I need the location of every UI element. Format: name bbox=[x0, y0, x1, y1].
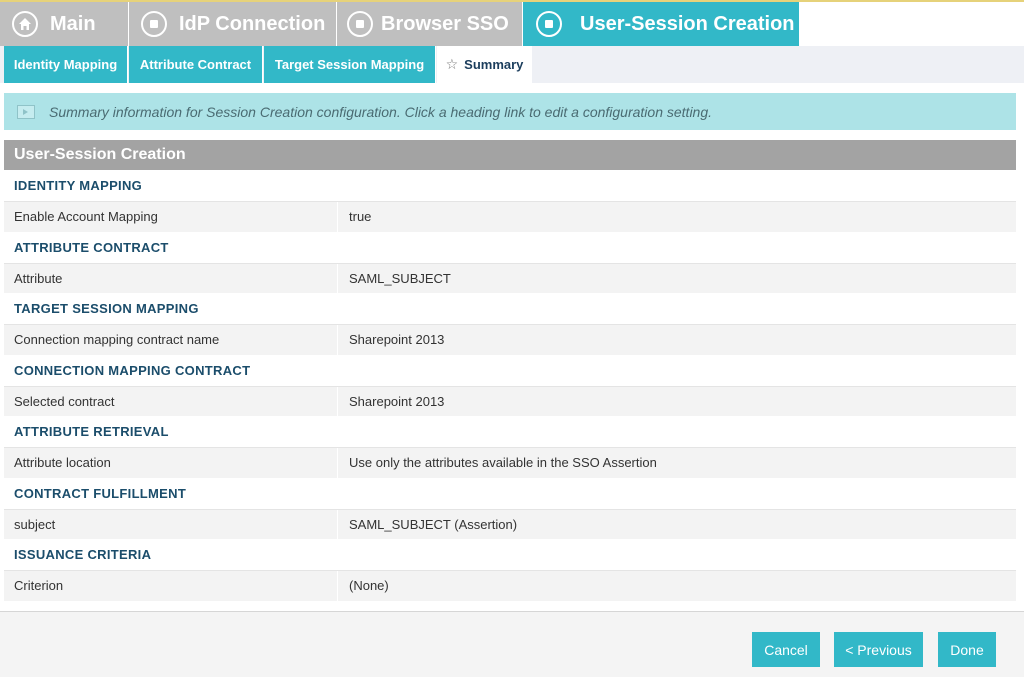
subtab-summary-label: Summary bbox=[464, 57, 524, 72]
previous-button[interactable]: < Previous bbox=[834, 632, 923, 667]
home-icon bbox=[12, 11, 38, 37]
tab-user-session-creation[interactable]: User-Session Creation bbox=[523, 2, 799, 46]
summary-table: IDENTITY MAPPING Enable Account Mapping … bbox=[4, 170, 1016, 601]
tab-browser-sso-label: Browser SSO bbox=[381, 12, 509, 35]
sub-tab-bar: Identity Mapping Attribute Contract Targ… bbox=[0, 46, 1024, 83]
step-icon bbox=[141, 11, 167, 37]
row-value: SAML_SUBJECT (Assertion) bbox=[349, 516, 518, 532]
tab-main-label: Main bbox=[50, 12, 96, 35]
row-value: Sharepoint 2013 bbox=[349, 393, 445, 409]
group-heading-link[interactable]: ATTRIBUTE CONTRACT bbox=[4, 231, 1016, 263]
step-icon bbox=[536, 11, 562, 37]
info-banner: Summary information for Session Creation… bbox=[4, 93, 1016, 130]
summary-row: Enable Account Mapping true bbox=[4, 201, 1016, 232]
summary-row: Criterion (None) bbox=[4, 570, 1016, 601]
group-identity-mapping: IDENTITY MAPPING Enable Account Mapping … bbox=[4, 170, 1016, 232]
subtab-identity-mapping[interactable]: Identity Mapping bbox=[4, 46, 128, 83]
group-contract-fulfillment: CONTRACT FULFILLMENT subject SAML_SUBJEC… bbox=[4, 477, 1016, 539]
subtab-target-session-mapping-label: Target Session Mapping bbox=[274, 57, 425, 72]
subtab-target-session-mapping[interactable]: Target Session Mapping bbox=[264, 46, 436, 83]
row-key: Attribute location bbox=[4, 448, 338, 478]
summary-row: Attribute location Use only the attribut… bbox=[4, 447, 1016, 478]
row-key: subject bbox=[4, 509, 338, 539]
summary-row: Attribute SAML_SUBJECT bbox=[4, 262, 1016, 293]
group-heading-link[interactable]: TARGET SESSION MAPPING bbox=[4, 293, 1016, 324]
tab-idp-connection-label: IdP Connection bbox=[179, 12, 326, 35]
group-issuance-criteria: ISSUANCE CRITERIA Criterion (None) bbox=[4, 539, 1016, 601]
tab-user-session-creation-label: User-Session Creation bbox=[580, 12, 795, 35]
summary-row: Selected contract Sharepoint 2013 bbox=[4, 385, 1016, 416]
subtab-summary[interactable]: ☆ Summary bbox=[437, 46, 532, 83]
row-key: Selected contract bbox=[4, 386, 338, 416]
subtab-attribute-contract-label: Attribute Contract bbox=[139, 57, 252, 72]
group-heading-link[interactable]: ATTRIBUTE RETRIEVAL bbox=[4, 416, 1016, 447]
group-heading-link[interactable]: ISSUANCE CRITERIA bbox=[4, 539, 1016, 570]
group-attribute-contract: ATTRIBUTE CONTRACT Attribute SAML_SUBJEC… bbox=[4, 231, 1016, 293]
row-key: Criterion bbox=[4, 571, 338, 601]
info-icon bbox=[17, 104, 35, 119]
summary-row: subject SAML_SUBJECT (Assertion) bbox=[4, 508, 1016, 539]
summary-row: Connection mapping contract name Sharepo… bbox=[4, 324, 1016, 355]
tab-main[interactable]: Main bbox=[0, 2, 128, 46]
group-attribute-retrieval: ATTRIBUTE RETRIEVAL Attribute location U… bbox=[4, 416, 1016, 478]
row-value: Use only the attributes available in the… bbox=[349, 455, 657, 471]
group-heading-link[interactable]: IDENTITY MAPPING bbox=[4, 170, 1016, 201]
row-value: true bbox=[349, 209, 372, 225]
row-value: (None) bbox=[349, 578, 389, 594]
row-key: Attribute bbox=[4, 263, 338, 293]
row-key: Connection mapping contract name bbox=[4, 325, 338, 355]
row-key: Enable Account Mapping bbox=[4, 202, 338, 232]
group-heading-link[interactable]: CONNECTION MAPPING CONTRACT bbox=[4, 354, 1016, 386]
group-heading-link[interactable]: CONTRACT FULFILLMENT bbox=[4, 477, 1016, 509]
section-header: User-Session Creation bbox=[4, 140, 1016, 170]
row-value: Sharepoint 2013 bbox=[349, 332, 445, 348]
cancel-button[interactable]: Cancel bbox=[752, 632, 820, 667]
tab-idp-connection[interactable]: IdP Connection bbox=[129, 2, 336, 46]
done-button[interactable]: Done bbox=[938, 632, 996, 667]
group-target-session-mapping: TARGET SESSION MAPPING Connection mappin… bbox=[4, 293, 1016, 355]
section-title: User-Session Creation bbox=[14, 146, 186, 163]
row-value: SAML_SUBJECT bbox=[349, 270, 451, 286]
tab-browser-sso[interactable]: Browser SSO bbox=[337, 2, 522, 46]
star-icon: ☆ bbox=[445, 56, 459, 72]
subtab-attribute-contract[interactable]: Attribute Contract bbox=[129, 46, 263, 83]
info-text: Summary information for Session Creation… bbox=[49, 103, 713, 120]
footer-bar: Cancel < Previous Done bbox=[0, 611, 1024, 677]
group-connection-mapping-contract: CONNECTION MAPPING CONTRACT Selected con… bbox=[4, 354, 1016, 416]
subtab-identity-mapping-label: Identity Mapping bbox=[13, 57, 118, 72]
step-icon bbox=[347, 11, 373, 37]
top-tab-bar: Main IdP Connection Browser SSO User-Ses… bbox=[0, 0, 1024, 46]
